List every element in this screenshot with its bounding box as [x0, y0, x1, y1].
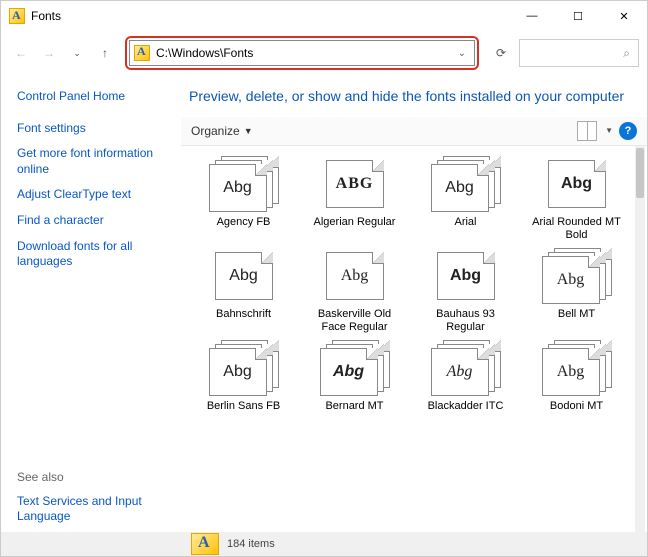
statusbar: 184 items [1, 532, 647, 556]
address-input[interactable] [156, 46, 454, 60]
font-thumbnail: Abg [542, 340, 612, 396]
font-label: Blackadder ITC [428, 400, 504, 413]
toolbar: Organize ▼ ▼ ? [181, 117, 647, 146]
font-thumbnail: ABG [320, 156, 390, 212]
font-thumbnail: Abg [320, 248, 390, 304]
titlebar: Fonts — ☐ ✕ [1, 1, 647, 31]
minimize-button[interactable]: — [509, 1, 555, 31]
font-label: Bernard MT [325, 400, 383, 413]
address-dropdown[interactable]: ⌄ [454, 48, 470, 59]
sidebar-link[interactable]: Adjust ClearType text [17, 187, 171, 203]
font-label: Bauhaus 93 Regular [421, 308, 511, 334]
font-label: Bell MT [558, 308, 595, 321]
fonts-folder-icon [9, 8, 25, 24]
font-sample: Abg [333, 363, 364, 381]
sidebar-home[interactable]: Control Panel Home [17, 89, 171, 105]
address-bar-highlight: ⌄ [125, 36, 479, 70]
font-sample: Abg [223, 363, 251, 381]
font-sample: Abg [229, 267, 257, 285]
address-bar[interactable]: ⌄ [129, 40, 475, 66]
chevron-down-icon: ▼ [244, 126, 253, 136]
sidebar-link[interactable]: Find a character [17, 213, 171, 229]
page-description: Preview, delete, or show and hide the fo… [181, 75, 647, 117]
font-sample: Abg [561, 175, 592, 193]
font-item[interactable]: Abg Agency FB [191, 156, 296, 242]
font-sample: Abg [447, 363, 473, 381]
font-label: Arial [454, 216, 476, 229]
status-count: 184 items [227, 538, 275, 550]
search-icon: ⌕ [623, 46, 630, 61]
font-thumbnail: Abg [209, 248, 279, 304]
view-dropdown[interactable]: ▼ [603, 126, 613, 135]
sidebar-link[interactable]: Get more font information online [17, 146, 171, 177]
font-sample: Abg [445, 179, 473, 197]
font-sample: Abg [450, 267, 481, 285]
font-item[interactable]: Abg Bell MT [524, 248, 629, 334]
help-button[interactable]: ? [619, 122, 637, 140]
window-title: Fonts [31, 9, 61, 23]
sidebar-link[interactable]: Font settings [17, 121, 171, 137]
font-item[interactable]: Abg Baskerville Old Face Regular [302, 248, 407, 334]
sidebar-link[interactable]: Download fonts for all languages [17, 239, 171, 270]
font-item[interactable]: Abg Blackadder ITC [413, 340, 518, 413]
font-item[interactable]: Abg Berlin Sans FB [191, 340, 296, 413]
up-button[interactable]: ↑ [93, 41, 117, 65]
font-thumbnail: Abg [431, 340, 501, 396]
recent-dropdown[interactable]: ⌄ [65, 41, 89, 65]
font-sample: Abg [557, 271, 585, 289]
organize-button[interactable]: Organize ▼ [191, 124, 253, 138]
font-sample: Abg [341, 267, 369, 285]
font-sample: Abg [223, 179, 251, 197]
font-label: Agency FB [217, 216, 271, 229]
font-label: Bodoni MT [550, 400, 603, 413]
font-item[interactable]: Abg Bahnschrift [191, 248, 296, 334]
font-item[interactable]: ABG Algerian Regular [302, 156, 407, 242]
font-label: Arial Rounded MT Bold [532, 216, 622, 242]
forward-button[interactable]: → [37, 41, 61, 65]
font-thumbnail: Abg [209, 156, 279, 212]
font-item[interactable]: Abg Arial [413, 156, 518, 242]
font-item[interactable]: Abg Bernard MT [302, 340, 407, 413]
font-thumbnail: Abg [209, 340, 279, 396]
vertical-scrollbar[interactable] [635, 146, 645, 532]
fonts-folder-icon [191, 533, 219, 555]
sidebar-see-also-link[interactable]: Text Services and Input Language [17, 494, 171, 525]
font-label: Baskerville Old Face Regular [310, 308, 400, 334]
back-button[interactable]: ← [9, 41, 33, 65]
font-label: Algerian Regular [314, 216, 396, 229]
sidebar: Control Panel Home Font settings Get mor… [1, 75, 181, 532]
navbar: ← → ⌄ ↑ ⌄ ⟳ ⌕ [1, 31, 647, 75]
font-label: Berlin Sans FB [207, 400, 280, 413]
font-thumbnail: Abg [431, 248, 501, 304]
search-box[interactable]: ⌕ [519, 39, 639, 67]
font-sample: Abg [557, 363, 585, 381]
main-pane: Preview, delete, or show and hide the fo… [181, 75, 647, 532]
font-thumbnail: Abg [542, 156, 612, 212]
close-button[interactable]: ✕ [601, 1, 647, 31]
font-thumbnail: Abg [542, 248, 612, 304]
font-grid: AbgAgency FBABGAlgerian RegularAbgArialA… [181, 146, 647, 424]
font-thumbnail: Abg [320, 340, 390, 396]
font-item[interactable]: Abg Bauhaus 93 Regular [413, 248, 518, 334]
font-thumbnail: Abg [431, 156, 501, 212]
font-item[interactable]: Abg Arial Rounded MT Bold [524, 156, 629, 242]
scrollbar-thumb[interactable] [636, 148, 644, 198]
view-button[interactable] [577, 121, 597, 141]
maximize-button[interactable]: ☐ [555, 1, 601, 31]
font-item[interactable]: Abg Bodoni MT [524, 340, 629, 413]
refresh-button[interactable]: ⟳ [487, 39, 515, 67]
fonts-folder-icon [134, 45, 150, 61]
font-sample: ABG [336, 175, 374, 193]
font-label: Bahnschrift [216, 308, 271, 321]
see-also-label: See also [17, 470, 171, 484]
